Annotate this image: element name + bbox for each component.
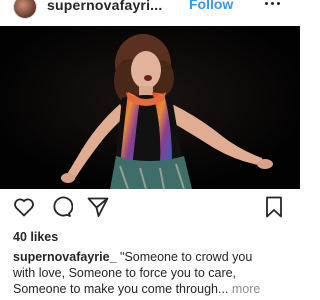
- performer-photo: [0, 26, 300, 189]
- caption-text-line3: Someone to make you come through...: [13, 282, 229, 296]
- likes-count[interactable]: 40 likes: [13, 230, 58, 244]
- post-photo[interactable]: [0, 26, 300, 189]
- caption-text-line1: "Someone to crowd you: [116, 250, 253, 264]
- caption-more-link[interactable]: more: [228, 282, 260, 296]
- share-icon[interactable]: [86, 195, 110, 219]
- post-header: supernovafayri... Follow: [0, 0, 300, 26]
- caption-username[interactable]: supernovafayrie_: [13, 250, 117, 264]
- post-caption: supernovafayrie_ "Someone to crowd you w…: [13, 249, 295, 297]
- bookmark-icon[interactable]: [262, 195, 286, 219]
- follow-button[interactable]: Follow: [189, 0, 233, 12]
- more-horizontal-icon[interactable]: [262, 0, 282, 11]
- heart-icon[interactable]: [12, 195, 36, 219]
- caption-text-line2: with love, Someone to force you to care,: [13, 266, 237, 280]
- avatar[interactable]: [13, 0, 37, 19]
- comment-icon[interactable]: [49, 195, 73, 219]
- post-username[interactable]: supernovafayri...: [47, 0, 162, 13]
- action-bar: [0, 189, 300, 225]
